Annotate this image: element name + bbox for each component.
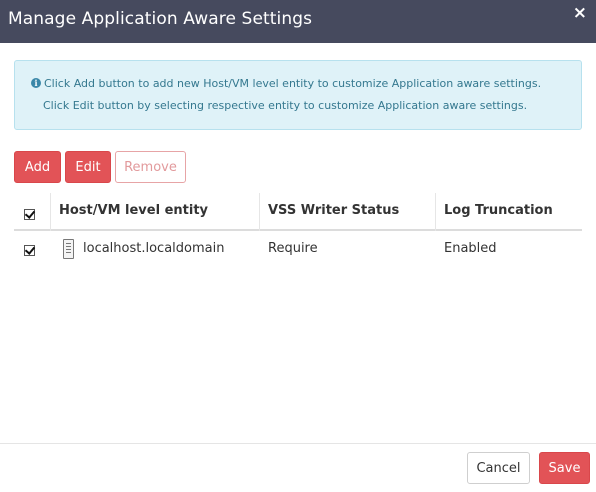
- table-header: Host/VM level entity VSS Writer Status L…: [14, 193, 582, 231]
- column-divider: [435, 193, 436, 231]
- save-button[interactable]: Save: [539, 452, 590, 484]
- remove-button[interactable]: Remove: [115, 151, 186, 183]
- column-divider: [259, 193, 260, 231]
- column-header-vss-writer-status[interactable]: VSS Writer Status: [268, 203, 399, 218]
- column-header-log-truncation[interactable]: Log Truncation: [444, 203, 553, 218]
- close-icon[interactable]: ×: [573, 3, 587, 23]
- column-divider: [50, 193, 51, 231]
- entity-name: localhost.localdomain: [83, 241, 225, 256]
- column-header-entity[interactable]: Host/VM level entity: [59, 203, 208, 218]
- select-all-checkbox[interactable]: [24, 209, 35, 220]
- info-alert: i Click Add button to add new Host/VM lev…: [14, 60, 582, 130]
- row-checkbox[interactable]: [24, 245, 35, 256]
- info-line-1: i Click Add button to add new Host/VM lev…: [31, 77, 541, 90]
- edit-button[interactable]: Edit: [65, 151, 111, 183]
- dialog-title: Manage Application Aware Settings: [8, 9, 313, 29]
- vss-writer-status-value: Require: [268, 241, 318, 256]
- table-row[interactable]: localhost.localdomain Require Enabled: [14, 233, 582, 267]
- info-line-1-text: Click Add button to add new Host/VM leve…: [44, 77, 542, 90]
- server-icon: [63, 239, 74, 259]
- cancel-button[interactable]: Cancel: [467, 452, 530, 484]
- dialog-titlebar: Manage Application Aware Settings ×: [0, 0, 596, 43]
- info-line-2: Click Edit button by selecting respectiv…: [43, 99, 528, 112]
- log-truncation-value: Enabled: [444, 241, 497, 256]
- info-circle-icon: i: [31, 78, 41, 88]
- add-button[interactable]: Add: [14, 151, 61, 183]
